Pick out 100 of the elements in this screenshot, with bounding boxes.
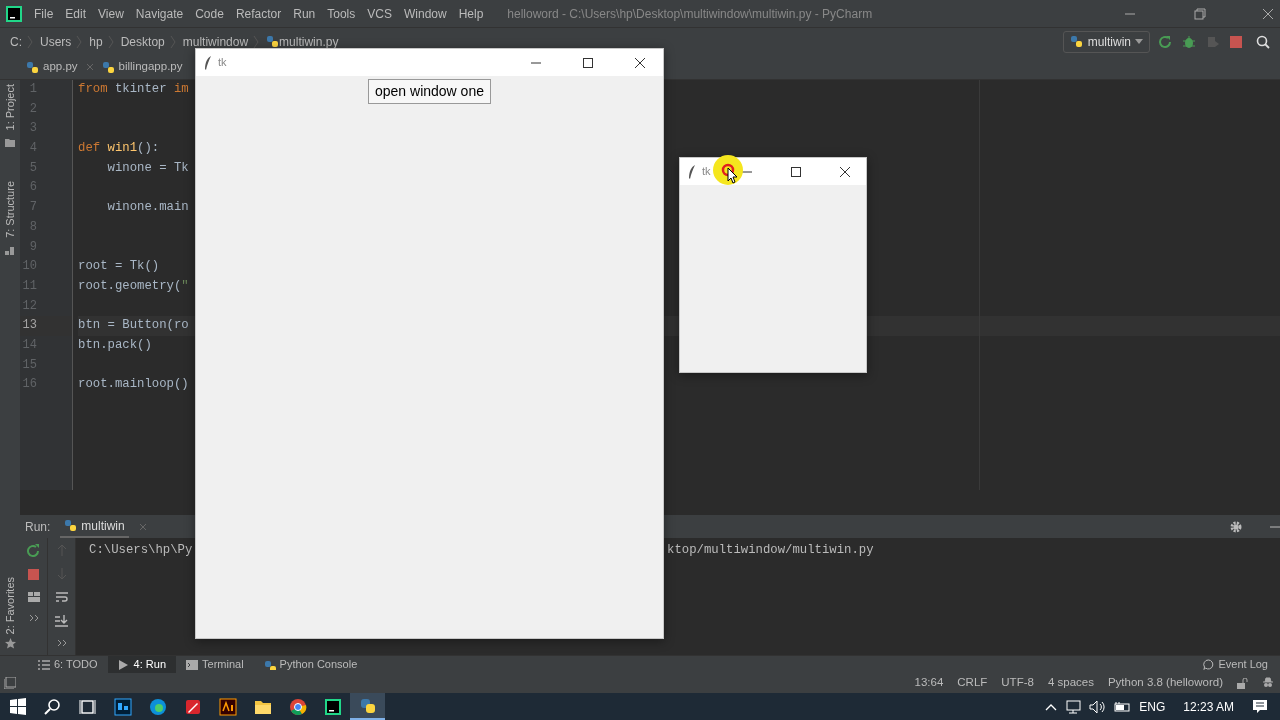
panel-label: Run: bbox=[25, 518, 51, 536]
inspector-icon[interactable] bbox=[1262, 677, 1274, 689]
breadcrumb[interactable]: multiwin.py bbox=[279, 32, 339, 51]
clock[interactable]: 12:23 AM bbox=[1183, 697, 1234, 716]
status-item[interactable]: Python 3.8 (helloword) bbox=[1107, 674, 1223, 692]
expand-icon[interactable] bbox=[28, 614, 39, 622]
tool-window-tab[interactable]: 2: Favorites bbox=[1, 576, 19, 634]
menu-item[interactable]: Edit bbox=[65, 4, 87, 23]
tool-window-tab[interactable]: Python Console bbox=[253, 655, 368, 674]
lock-icon[interactable] bbox=[1237, 677, 1248, 689]
python-icon bbox=[263, 659, 276, 670]
terminal-icon bbox=[186, 659, 199, 670]
pen-icon bbox=[183, 697, 202, 716]
minimize-icon[interactable] bbox=[1270, 524, 1280, 529]
tool-window-tab[interactable]: 6: TODO bbox=[28, 655, 108, 674]
run-config-dropdown[interactable]: multiwin bbox=[1062, 30, 1150, 53]
menu-item[interactable]: Tools bbox=[327, 4, 356, 23]
menu-item[interactable]: Help bbox=[458, 4, 484, 23]
wrap-icon[interactable] bbox=[55, 592, 68, 603]
app-logo bbox=[6, 5, 22, 22]
photoshop-icon bbox=[113, 697, 132, 716]
language-indicator[interactable]: ENG bbox=[1139, 697, 1166, 716]
star-icon bbox=[4, 638, 16, 649]
task-view-icon bbox=[78, 697, 97, 716]
restore-icon[interactable] bbox=[1194, 7, 1206, 20]
python-icon bbox=[64, 519, 78, 532]
breadcrumb[interactable]: C: bbox=[10, 32, 22, 51]
code-line: btn.pack() bbox=[78, 336, 152, 354]
tool-window-tab[interactable]: 4: Run bbox=[107, 655, 177, 674]
status-item[interactable]: 4 spaces bbox=[1047, 674, 1094, 692]
feather-icon bbox=[688, 164, 696, 179]
caret-icon bbox=[1135, 38, 1143, 45]
menu-item[interactable]: Code bbox=[195, 4, 224, 23]
status-item[interactable]: CRLF bbox=[957, 674, 988, 692]
chevron-icon bbox=[252, 34, 261, 49]
search-icon bbox=[43, 697, 62, 716]
play-icon bbox=[117, 659, 130, 670]
speech-bubble-icon bbox=[1203, 659, 1215, 670]
menu-item[interactable]: Navigate bbox=[135, 4, 184, 23]
breadcrumb[interactable]: Users bbox=[40, 32, 72, 51]
python-icon bbox=[358, 696, 377, 715]
breadcrumb[interactable]: Desktop bbox=[120, 32, 165, 51]
menu-item[interactable]: View bbox=[98, 4, 124, 23]
folder-icon bbox=[5, 138, 15, 148]
search-icon[interactable] bbox=[1256, 34, 1270, 49]
console-text: C:\Users\hp\Py bbox=[88, 542, 194, 559]
menu-item[interactable]: File bbox=[34, 4, 54, 23]
list-icon bbox=[38, 659, 50, 670]
window-button[interactable]: open window one bbox=[368, 79, 491, 104]
tool-window-tab[interactable]: 7: Structure bbox=[1, 181, 19, 239]
ide-icon bbox=[323, 697, 342, 716]
window-title: tk bbox=[218, 55, 227, 71]
tool-window-tab[interactable]: Terminal bbox=[176, 655, 254, 674]
structure-icon bbox=[5, 246, 15, 256]
breadcrumb[interactable]: multiwindow bbox=[182, 32, 249, 51]
window-title: tk bbox=[702, 164, 711, 180]
settings-icon[interactable] bbox=[1230, 520, 1242, 533]
status-item[interactable]: UTF-8 bbox=[1001, 674, 1034, 692]
network-icon[interactable] bbox=[1065, 699, 1082, 714]
code-line: root = Tk() bbox=[78, 258, 160, 276]
rerun-icon[interactable] bbox=[1158, 34, 1172, 49]
notification-icon[interactable] bbox=[1252, 699, 1268, 714]
feather-icon bbox=[204, 55, 212, 70]
maximize-icon[interactable] bbox=[790, 166, 801, 177]
code-line: btn = Button(ro bbox=[78, 317, 189, 335]
menu-item[interactable]: Refactor bbox=[235, 4, 282, 23]
expand-icon[interactable] bbox=[56, 639, 67, 647]
menu-item[interactable]: Run bbox=[293, 4, 316, 23]
panel-toggle-icon[interactable] bbox=[4, 677, 16, 689]
code-line: def win1(): bbox=[78, 140, 160, 158]
taskbar-button[interactable] bbox=[350, 693, 385, 720]
bug-icon[interactable] bbox=[1182, 34, 1196, 49]
scroll-end-icon[interactable] bbox=[55, 615, 68, 627]
volume-icon[interactable] bbox=[1089, 699, 1106, 714]
menu-item[interactable]: Window bbox=[403, 4, 447, 23]
chevron-up-icon[interactable] bbox=[1045, 702, 1058, 711]
tool-window-tab[interactable]: 1: Project bbox=[1, 84, 19, 131]
rerun-icon[interactable] bbox=[27, 544, 40, 557]
editor-tab[interactable]: billingapp.py bbox=[101, 58, 183, 76]
windows-logo-icon bbox=[8, 697, 27, 716]
layout-icon[interactable] bbox=[27, 592, 40, 602]
browser-icon bbox=[148, 697, 167, 716]
status-item[interactable]: 13:64 bbox=[914, 674, 944, 692]
breadcrumb[interactable]: hp bbox=[89, 32, 103, 51]
close-icon[interactable] bbox=[635, 57, 645, 68]
code-line: winone = Tk bbox=[106, 159, 189, 177]
menu-item[interactable]: VCS bbox=[367, 4, 392, 23]
event-log-button[interactable]: Event Log bbox=[1203, 656, 1268, 673]
window-title: helloword - C:\Users\hp\Desktop\multiwindow\multiwin.py - PyCharm bbox=[507, 5, 873, 23]
python-file-icon bbox=[101, 60, 115, 74]
python-file-icon bbox=[26, 60, 39, 74]
python-icon bbox=[1069, 34, 1084, 49]
stop-icon[interactable] bbox=[1230, 35, 1242, 48]
maximize-icon[interactable] bbox=[583, 57, 593, 68]
editor-tab[interactable]: app.py bbox=[26, 58, 78, 76]
battery-icon[interactable] bbox=[1113, 700, 1132, 713]
code-line: from tkinter im bbox=[78, 81, 189, 98]
browser-icon bbox=[288, 697, 307, 716]
close-icon[interactable] bbox=[839, 166, 850, 177]
console-text: ktop/multiwindow/multiwin.py bbox=[667, 542, 874, 559]
